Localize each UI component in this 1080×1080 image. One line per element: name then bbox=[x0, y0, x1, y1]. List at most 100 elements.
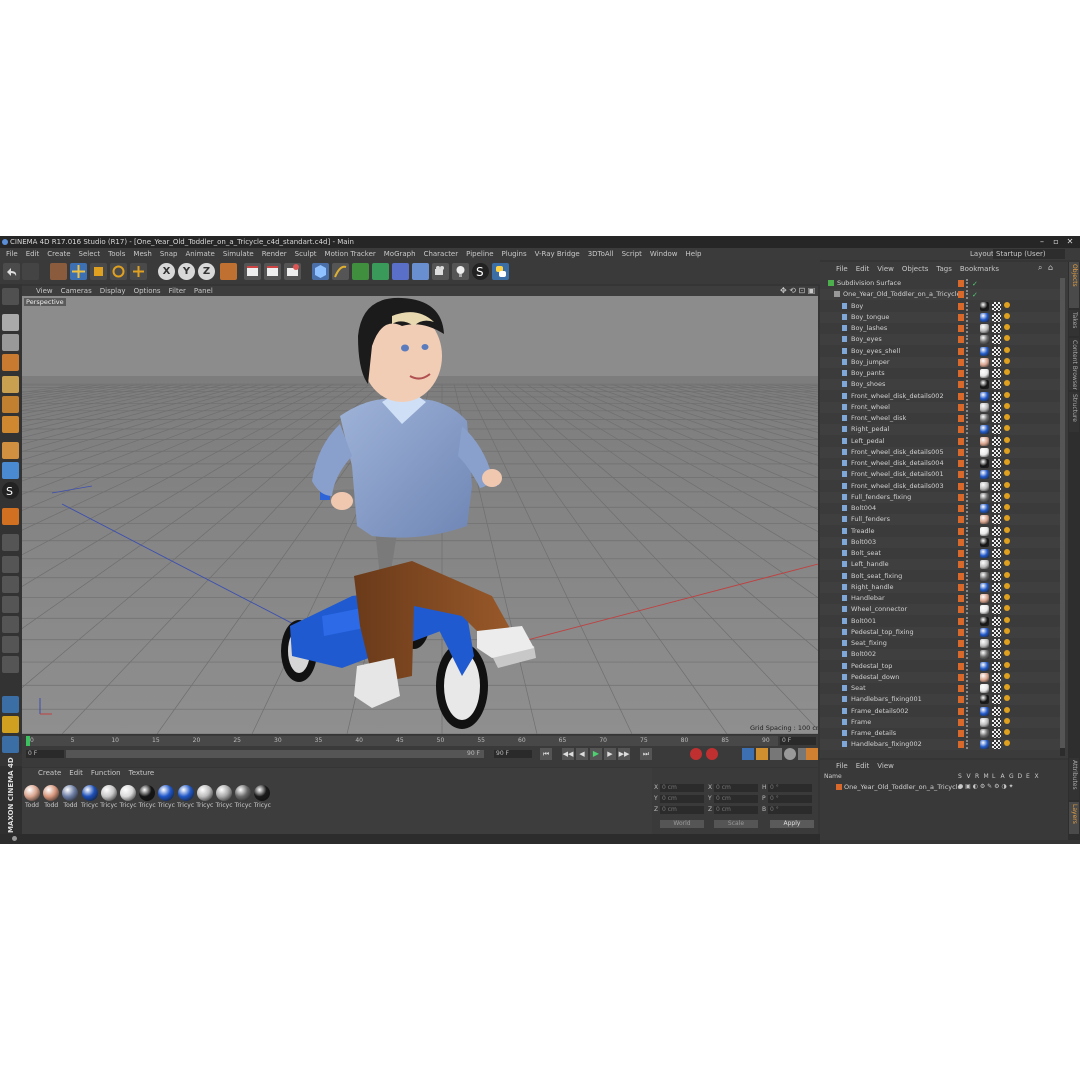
viewport[interactable]: Perspective Grid Spacing : 100 cm bbox=[22, 296, 818, 734]
visibility-dots-icon[interactable] bbox=[966, 627, 971, 637]
phong-tag-icon[interactable] bbox=[1004, 639, 1010, 645]
material-tag-icon[interactable] bbox=[980, 447, 989, 457]
object-row[interactable]: Right_pedal bbox=[820, 424, 1060, 436]
object-row[interactable]: One_Year_Old_Toddler_on_a_Tricycle ✓ bbox=[820, 289, 1060, 301]
uvw-tag-icon[interactable] bbox=[992, 616, 1001, 626]
uvw-tag-icon[interactable] bbox=[992, 571, 1001, 581]
layer-color-chip[interactable] bbox=[958, 291, 964, 299]
make-editable-icon[interactable] bbox=[2, 288, 19, 305]
uvw-tag-icon[interactable] bbox=[992, 695, 1001, 705]
menu-mograph[interactable]: MoGraph bbox=[380, 248, 420, 260]
uvw-tag-icon[interactable] bbox=[992, 301, 1001, 311]
menu-3dtoall[interactable]: 3DToAll bbox=[584, 248, 618, 260]
visibility-dots-icon[interactable] bbox=[966, 402, 971, 412]
menu-snap[interactable]: Snap bbox=[156, 248, 182, 260]
autokey-icon[interactable] bbox=[706, 748, 718, 760]
phong-tag-icon[interactable] bbox=[1004, 549, 1010, 555]
uvw-tag-icon[interactable] bbox=[992, 324, 1001, 333]
visibility-dots-icon[interactable] bbox=[966, 560, 971, 570]
object-row[interactable]: Subdivision Surface ✓ bbox=[820, 278, 1060, 289]
points-mode-icon[interactable] bbox=[2, 376, 19, 393]
phong-tag-icon[interactable] bbox=[1004, 425, 1010, 432]
visibility-dots-icon[interactable] bbox=[966, 369, 971, 378]
next-frame-icon[interactable]: ▶ bbox=[604, 748, 616, 760]
phong-tag-icon[interactable] bbox=[1004, 594, 1010, 600]
layer-color-chip[interactable] bbox=[958, 550, 964, 557]
loop-icon[interactable] bbox=[2, 656, 19, 673]
layer-color-chip[interactable] bbox=[958, 662, 964, 670]
object-row[interactable]: Front_wheel_disk_details005 bbox=[820, 446, 1060, 458]
extrude-icon[interactable] bbox=[2, 616, 19, 633]
layer-color-chip[interactable] bbox=[958, 370, 964, 377]
python-script-icon[interactable] bbox=[2, 736, 19, 753]
uvw-tag-icon[interactable] bbox=[992, 560, 1001, 570]
object-row[interactable]: Boy_lashes bbox=[820, 323, 1060, 334]
uvw-tag-icon[interactable] bbox=[992, 459, 1001, 468]
visibility-dots-icon[interactable] bbox=[966, 290, 971, 300]
layer-color-chip[interactable] bbox=[958, 516, 964, 524]
material-menu-texture[interactable]: Texture bbox=[125, 768, 159, 778]
layer-color-chip[interactable] bbox=[958, 403, 964, 411]
object-row[interactable]: Boy bbox=[820, 301, 1060, 312]
layer-color-chip[interactable] bbox=[958, 730, 964, 737]
object-row[interactable]: Seat_fixing bbox=[820, 638, 1060, 649]
layer-column-header[interactable]: D bbox=[1018, 772, 1023, 782]
coord-value-field[interactable]: 0 ° bbox=[768, 795, 812, 803]
phong-tag-icon[interactable] bbox=[1004, 560, 1010, 567]
layer-column-header[interactable]: S bbox=[958, 772, 962, 782]
phong-tag-icon[interactable] bbox=[1004, 414, 1010, 420]
visibility-dots-icon[interactable] bbox=[966, 672, 971, 682]
viewport-menu-display[interactable]: Display bbox=[96, 286, 130, 296]
material-tag-icon[interactable] bbox=[980, 391, 989, 401]
layer-color-chip[interactable] bbox=[958, 392, 964, 400]
sculpt-icon[interactable] bbox=[2, 534, 19, 551]
layer-color-chip[interactable] bbox=[958, 617, 964, 625]
uvw-tag-icon[interactable] bbox=[992, 369, 1001, 378]
menu-plugins[interactable]: Plugins bbox=[498, 248, 531, 260]
uvw-tag-icon[interactable] bbox=[992, 515, 1001, 525]
current-frame-field[interactable]: 0 F bbox=[780, 737, 816, 745]
floor-icon[interactable] bbox=[412, 263, 429, 280]
snap-icon[interactable]: S bbox=[2, 482, 19, 499]
visibility-dots-icon[interactable] bbox=[966, 706, 971, 716]
close-icon[interactable]: ✕ bbox=[1062, 236, 1078, 248]
visibility-dots-icon[interactable] bbox=[966, 515, 971, 525]
axis-mode-icon[interactable] bbox=[2, 442, 19, 459]
material-tag-icon[interactable] bbox=[980, 740, 989, 750]
rotate-icon[interactable] bbox=[110, 263, 127, 280]
object-row[interactable]: Pedestal_top_fixing bbox=[820, 626, 1060, 638]
material-tag-icon[interactable] bbox=[980, 369, 989, 378]
coord-value-field[interactable]: 0 cm bbox=[714, 795, 758, 803]
visibility-dots-icon[interactable] bbox=[966, 594, 971, 603]
phong-tag-icon[interactable] bbox=[1004, 706, 1010, 713]
material-tag-icon[interactable] bbox=[980, 346, 989, 356]
knife-icon[interactable] bbox=[2, 576, 19, 593]
uvw-tag-icon[interactable] bbox=[992, 504, 1001, 513]
phong-tag-icon[interactable] bbox=[1004, 301, 1010, 308]
material-tag-icon[interactable] bbox=[980, 729, 989, 738]
object-row[interactable]: Front_wheel_disk_details002 bbox=[820, 391, 1060, 402]
object-row[interactable]: Full_fenders bbox=[820, 514, 1060, 526]
object-row[interactable]: Handlebars_fixing002 bbox=[820, 739, 1060, 751]
visibility-dots-icon[interactable] bbox=[966, 492, 971, 502]
phong-tag-icon[interactable] bbox=[1004, 729, 1010, 735]
object-row[interactable]: Bolt004 bbox=[820, 503, 1060, 514]
visibility-dots-icon[interactable] bbox=[966, 729, 971, 738]
workplane-icon[interactable] bbox=[2, 354, 19, 371]
bevel-icon[interactable] bbox=[2, 636, 19, 653]
scale-icon[interactable] bbox=[90, 263, 107, 280]
object-row[interactable]: Front_wheel_disk bbox=[820, 413, 1060, 424]
layer-color-chip[interactable] bbox=[958, 302, 964, 310]
material-tag-icon[interactable] bbox=[980, 639, 989, 648]
material-swatch[interactable] bbox=[62, 785, 79, 801]
material-swatch[interactable] bbox=[120, 785, 136, 801]
side-tab[interactable]: Structure bbox=[1069, 392, 1079, 432]
phong-tag-icon[interactable] bbox=[1004, 312, 1010, 319]
home-icon[interactable]: ⌂ bbox=[1048, 263, 1053, 272]
viewport-nav-icon[interactable]: ✥ ⟲ ⊡ ▣ bbox=[780, 286, 815, 296]
material-tag-icon[interactable] bbox=[980, 425, 989, 435]
viewport-menu-view[interactable]: View bbox=[32, 286, 57, 296]
visibility-dots-icon[interactable] bbox=[966, 357, 971, 367]
object-row[interactable]: Boy_tongue bbox=[820, 311, 1060, 323]
goto-end-icon[interactable]: ⏭ bbox=[640, 748, 652, 760]
